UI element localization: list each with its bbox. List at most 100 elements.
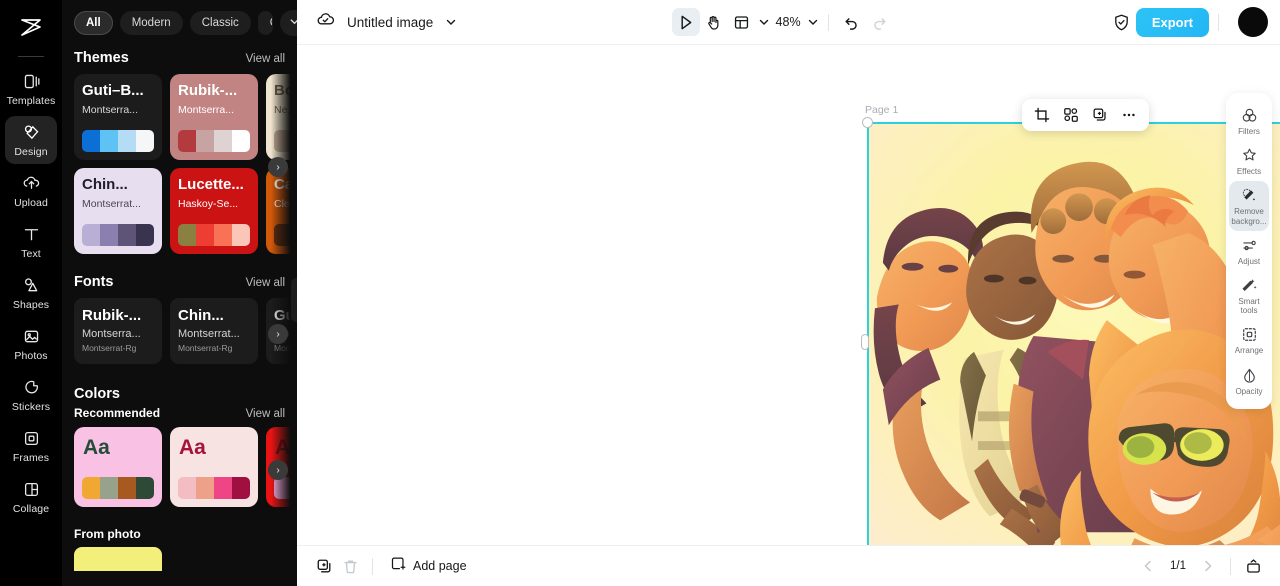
sidebar-item-photos[interactable]: Photos bbox=[5, 320, 57, 368]
themes-view-all[interactable]: View all bbox=[246, 53, 285, 65]
filter-pill-cool[interactable]: Cool bbox=[258, 11, 273, 35]
sidebar-item-stickers[interactable]: Stickers bbox=[5, 371, 57, 419]
layout-tool-chevron-down-icon[interactable] bbox=[758, 16, 770, 28]
tool-arrange[interactable]: Arrange bbox=[1229, 320, 1269, 360]
swatch bbox=[214, 130, 232, 152]
sidebar-item-design[interactable]: Design bbox=[5, 116, 57, 164]
tool-adjust[interactable]: Adjust bbox=[1229, 231, 1269, 271]
colors-section-header: Colors bbox=[62, 370, 297, 404]
theme-card-title: Ca... bbox=[274, 177, 297, 193]
undo-button[interactable] bbox=[838, 8, 866, 36]
more-horizontal-icon[interactable] bbox=[1116, 102, 1142, 128]
select-tool-button[interactable] bbox=[672, 8, 700, 36]
artboard[interactable] bbox=[867, 122, 1280, 545]
swatch bbox=[232, 224, 250, 246]
colors-next-arrow-icon[interactable]: › bbox=[268, 460, 288, 480]
filter-more-chevron-down-icon[interactable] bbox=[280, 10, 297, 36]
present-icon[interactable] bbox=[1240, 553, 1266, 579]
swatch bbox=[136, 130, 154, 152]
design-panel: All Modern Classic Cool Themes View all … bbox=[62, 0, 297, 586]
swatch bbox=[136, 477, 154, 499]
color-card-sample: Aa bbox=[83, 437, 153, 458]
left-icon-rail: Templates Design Upload Text Shapes Phot… bbox=[0, 0, 62, 586]
filter-pill-classic[interactable]: Classic bbox=[190, 11, 251, 35]
swatch bbox=[196, 477, 214, 499]
theme-card[interactable]: Guti–B...Montserra... bbox=[74, 74, 162, 160]
theme-card[interactable]: Lucette...Haskoy-Se... bbox=[170, 168, 258, 254]
fonts-view-all[interactable]: View all bbox=[246, 277, 285, 289]
capcut-logo[interactable] bbox=[11, 8, 51, 48]
crop-icon[interactable] bbox=[1029, 102, 1055, 128]
redo-button[interactable] bbox=[866, 8, 894, 36]
zoom-chevron-down-icon[interactable] bbox=[807, 16, 819, 28]
sidebar-item-label: Upload bbox=[14, 197, 48, 209]
export-button[interactable]: Export bbox=[1136, 8, 1209, 37]
theme-card[interactable]: Bo...Ne... bbox=[266, 74, 297, 160]
right-tool-rail: Filters Effects Remove backgro... bbox=[1226, 93, 1272, 409]
duplicate-icon[interactable] bbox=[1087, 102, 1113, 128]
layout-tool-button[interactable] bbox=[728, 8, 756, 36]
theme-card-subtitle: Montserrat... bbox=[82, 198, 154, 210]
from-photo-card[interactable] bbox=[74, 547, 162, 571]
add-page-button[interactable]: Add page bbox=[390, 556, 467, 577]
theme-swatches bbox=[82, 477, 154, 499]
sidebar-item-upload[interactable]: Upload bbox=[5, 167, 57, 215]
document-title-chevron-down-icon[interactable] bbox=[445, 16, 457, 28]
resize-handle-top-left[interactable] bbox=[862, 117, 873, 128]
swatch bbox=[196, 130, 214, 152]
group-selfie-photo[interactable] bbox=[869, 124, 1280, 545]
themes-next-arrow-icon[interactable]: › bbox=[268, 157, 288, 177]
swatch bbox=[178, 224, 196, 246]
prev-page-chevron-left-icon[interactable] bbox=[1135, 553, 1161, 579]
tool-effects[interactable]: Effects bbox=[1229, 141, 1269, 181]
theme-card[interactable]: Chin...Montserrat... bbox=[74, 168, 162, 254]
color-card[interactable]: Aa bbox=[74, 427, 162, 507]
theme-card[interactable]: Ca... Cle... bbox=[266, 168, 297, 254]
avatar[interactable] bbox=[1238, 7, 1268, 37]
resize-handle-left-mid[interactable] bbox=[861, 334, 869, 350]
canvas-context-toolbar bbox=[1022, 99, 1149, 131]
shield-check-icon[interactable] bbox=[1108, 8, 1136, 36]
panel-collapse-chevron-left-icon[interactable]: ‹ bbox=[291, 278, 297, 322]
filter-pill-modern[interactable]: Modern bbox=[120, 11, 183, 35]
page-label: Page 1 bbox=[865, 104, 898, 116]
hand-tool-button[interactable] bbox=[700, 8, 728, 36]
sidebar-item-collage[interactable]: Collage bbox=[5, 473, 57, 521]
bottombar-divider-2 bbox=[1230, 558, 1231, 575]
filter-pill-all[interactable]: All bbox=[74, 11, 113, 35]
document-title[interactable]: Untitled image bbox=[347, 15, 433, 30]
font-card[interactable]: Rubik-...Montserra...Montserrat-Rg bbox=[74, 298, 162, 364]
swatch bbox=[214, 224, 232, 246]
tool-label: Opacity bbox=[1235, 387, 1262, 396]
add-page-icon bbox=[390, 556, 406, 577]
from-photo-header: From photo bbox=[62, 513, 297, 547]
colors-view-all[interactable]: View all bbox=[246, 408, 285, 420]
swatch bbox=[274, 477, 292, 499]
tool-remove-background[interactable]: Remove backgro... bbox=[1229, 181, 1269, 230]
main-area: Untitled image 48% bbox=[297, 0, 1280, 586]
page-indicator: 1/1 bbox=[1170, 560, 1186, 572]
theme-card-title: Lucette... bbox=[178, 177, 250, 193]
themes-section-header: Themes View all bbox=[62, 44, 297, 74]
sidebar-item-text[interactable]: Text bbox=[5, 218, 57, 266]
themes-row-1: Guti–B...Montserra...Rubik-...Montserra.… bbox=[74, 74, 297, 160]
theme-card-subtitle: Cle... bbox=[274, 198, 297, 210]
sidebar-item-frames[interactable]: Frames bbox=[5, 422, 57, 470]
swatch bbox=[232, 477, 250, 499]
color-card[interactable]: Aa bbox=[170, 427, 258, 507]
tool-filters[interactable]: Filters bbox=[1229, 101, 1269, 141]
next-page-chevron-right-icon[interactable] bbox=[1195, 553, 1221, 579]
tool-smart-tools[interactable]: Smart tools bbox=[1229, 271, 1269, 320]
trash-icon[interactable] bbox=[337, 553, 363, 579]
sidebar-item-templates[interactable]: Templates bbox=[5, 65, 57, 113]
duplicate-page-icon[interactable] bbox=[311, 553, 337, 579]
theme-swatches bbox=[82, 224, 154, 246]
theme-card[interactable]: Rubik-...Montserra... bbox=[170, 74, 258, 160]
tool-opacity[interactable]: Opacity bbox=[1229, 361, 1269, 401]
cutout-icon[interactable] bbox=[1058, 102, 1084, 128]
sidebar-item-shapes[interactable]: Shapes bbox=[5, 269, 57, 317]
canvas-area[interactable]: Page 1 bbox=[297, 45, 1280, 545]
zoom-level[interactable]: 48% bbox=[776, 15, 801, 29]
fonts-next-arrow-icon[interactable]: › bbox=[268, 324, 288, 344]
font-card[interactable]: Chin...Montserrat...Montserrat-Rg bbox=[170, 298, 258, 364]
